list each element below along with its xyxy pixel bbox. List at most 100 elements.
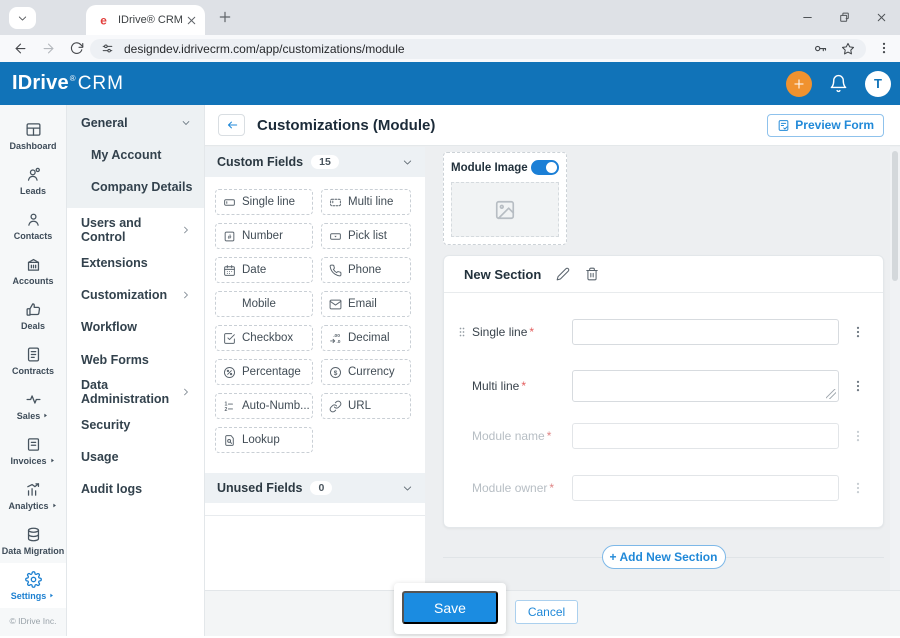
chevron-down-icon [17,13,28,24]
rail-item-leads[interactable]: Leads [0,158,66,203]
lookup-icon [223,434,236,447]
browser-tab[interactable]: e IDrive® CRM [86,5,205,35]
window-close-icon[interactable] [875,11,888,24]
notifications-bell-icon[interactable] [829,74,848,93]
rail-item-invoices[interactable]: Invoices [0,428,66,473]
back-button[interactable] [218,114,245,136]
browser-reload-icon[interactable] [69,41,84,56]
sidebar-item-web-forms[interactable]: Web Forms [67,344,204,376]
user-avatar[interactable]: T [865,71,891,97]
field-type-button-pick-list[interactable]: Pick list [321,223,411,249]
field-options-icon[interactable] [851,481,865,495]
field-type-button-multi-line[interactable]: Multi line [321,189,411,215]
module-image-toggle[interactable] [531,160,559,175]
field-input[interactable] [572,423,839,449]
tab-search-button[interactable] [9,7,36,29]
sidebar-item-my-account[interactable]: My Account [67,147,204,163]
field-type-button-email[interactable]: Email [321,291,411,317]
field-type-button-lookup[interactable]: Lookup [215,427,313,453]
currency-icon: $ [329,366,342,379]
field-label: Multi line* [472,379,572,393]
sidebar-item-workflow[interactable]: Workflow [67,311,204,343]
field-options-icon[interactable] [851,379,865,393]
field-type-button-decimal[interactable]: .00.0 Decimal [321,325,411,351]
field-type-button-single-line[interactable]: Single line [215,189,313,215]
sidebar-item-extensions[interactable]: Extensions [67,246,204,278]
custom-fields-header[interactable]: Custom Fields 15 [205,147,425,177]
page-titlebar: Customizations (Module) Preview Form [205,105,900,146]
vertical-scrollbar[interactable] [890,147,900,636]
browser-back-icon[interactable] [13,41,28,56]
field-input[interactable] [572,319,839,345]
rail-item-contracts[interactable]: Contracts [0,338,66,383]
sidebar-item-security[interactable]: Security [67,408,204,440]
rail-item-dashboard[interactable]: Dashboard [0,113,66,158]
field-type-button-mobile[interactable]: Mobile [215,291,313,317]
new-tab-button[interactable] [217,9,233,25]
form-field-row-module-name: Module name* [456,422,877,450]
tab-close-icon[interactable] [185,14,198,27]
rail-item-contacts[interactable]: Contacts [0,203,66,248]
sidebar-item-label: Users and Control [81,216,181,244]
unused-fields-header[interactable]: Unused Fields 0 [205,473,425,503]
preview-form-button[interactable]: Preview Form [767,114,884,137]
rail-item-analytics[interactable]: Analytics [0,473,66,518]
module-image-label: Module Image [451,162,528,174]
chevron-right-icon [181,387,191,397]
field-type-button-number[interactable]: # Number [215,223,313,249]
field-options-icon[interactable] [851,429,865,443]
sidebar-item-company-details[interactable]: Company Details [67,179,204,195]
sidebar-item-general[interactable]: General [67,115,204,131]
idrive-crm-logo[interactable]: IDrive®CRM [12,72,124,95]
field-type-label: Pick list [348,230,387,242]
site-info-icon[interactable] [101,42,114,55]
sidebar-item-users-and-control[interactable]: Users and Control [67,214,204,246]
add-new-section-button[interactable]: + Add New Section [602,545,726,569]
svg-text:$: $ [334,369,338,376]
sidebar-item-data-administration[interactable]: Data Administration [67,376,204,408]
sidebar-item-usage[interactable]: Usage [67,441,204,473]
field-input[interactable] [572,370,839,402]
sidebar-item-label: Extensions [81,256,191,270]
field-type-button-auto-numb[interactable]: 12 Auto-Numb... [215,393,313,419]
window-minimize-icon[interactable] [801,11,814,24]
rail-item-sales[interactable]: Sales [0,383,66,428]
field-type-button-date[interactable]: Date [215,257,313,283]
rail-item-settings[interactable]: Settings [0,563,66,608]
pick-list-icon [329,230,342,243]
field-type-button-percentage[interactable]: Percentage [215,359,313,385]
drag-handle-icon[interactable] [456,326,468,338]
rail-item-data-migration[interactable]: Data Migration [0,518,66,563]
quick-add-button[interactable] [786,71,812,97]
edit-section-icon[interactable] [556,267,570,281]
module-image-placeholder[interactable] [451,182,559,237]
field-type-label: Lookup [242,434,280,446]
rail-item-deals[interactable]: Deals [0,293,66,338]
address-bar[interactable]: designdev.idrivecrm.com/app/customizatio… [90,39,866,59]
field-input[interactable] [572,475,839,501]
email-icon [329,298,342,311]
browser-menu-icon[interactable] [877,41,891,55]
field-type-button-currency[interactable]: $ Currency [321,359,411,385]
rail-item-accounts[interactable]: Accounts [0,248,66,293]
svg-text:2: 2 [225,406,228,412]
window-restore-icon[interactable] [838,11,851,24]
browser-forward-icon[interactable] [41,41,56,56]
scrollbar-thumb[interactable] [892,151,898,281]
logo-brand: IDrive [12,72,69,95]
field-type-button-phone[interactable]: Phone [321,257,411,283]
svg-text:e: e [100,13,107,27]
field-type-button-checkbox[interactable]: Checkbox [215,325,313,351]
field-options-icon[interactable] [851,325,865,339]
form-field-row-module-owner: Module owner* [456,474,877,502]
bookmark-star-icon[interactable] [841,42,855,56]
sidebar-item-customization[interactable]: Customization [67,279,204,311]
caret-right-icon [49,457,56,464]
svg-text:.0: .0 [336,338,340,344]
save-button[interactable]: Save [402,591,498,624]
delete-section-icon[interactable] [585,267,599,281]
sidebar-item-audit-logs[interactable]: Audit logs [67,473,204,505]
password-key-icon[interactable] [813,41,828,56]
cancel-button[interactable]: Cancel [515,600,578,624]
field-type-button-url[interactable]: URL [321,393,411,419]
